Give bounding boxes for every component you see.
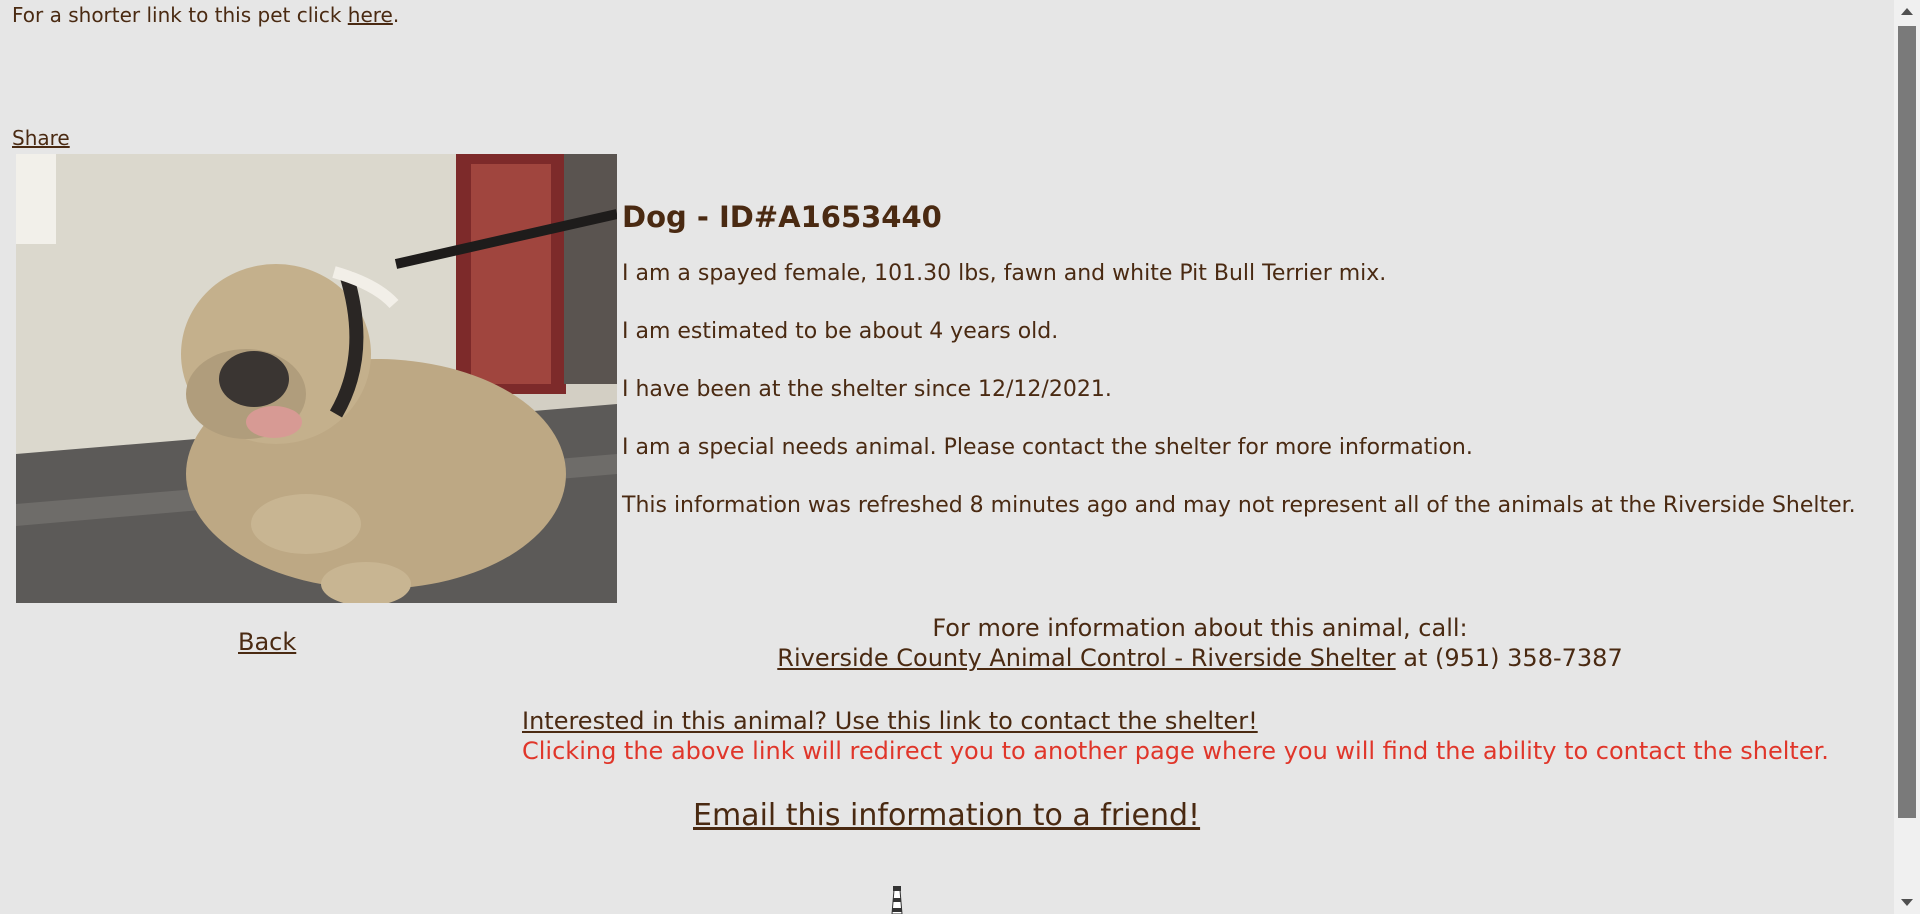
vertical-scrollbar[interactable] bbox=[1894, 0, 1920, 914]
scroll-up-icon[interactable] bbox=[1901, 8, 1913, 15]
shelter-phone: at (951) 358-7387 bbox=[1395, 644, 1623, 672]
shelter-name-link[interactable]: Riverside County Animal Control - Rivers… bbox=[777, 644, 1395, 672]
contact-shelter: Interested in this animal? Use this link… bbox=[522, 706, 1829, 766]
call-info: For more information about this animal, … bbox=[700, 613, 1700, 673]
call-intro: For more information about this animal, … bbox=[932, 614, 1468, 642]
animal-description: I am a spayed female, 101.30 lbs, fawn a… bbox=[622, 261, 1387, 286]
lighthouse-icon-svg bbox=[891, 886, 903, 914]
short-link-tail: . bbox=[392, 3, 400, 27]
animal-title: Dog - ID#A1653440 bbox=[622, 200, 942, 234]
animal-special-needs: I am a special needs animal. Please cont… bbox=[622, 435, 1473, 460]
animal-info: Dog - ID#A1653440 I am a spayed female, … bbox=[622, 198, 1890, 550]
scroll-down-icon[interactable] bbox=[1901, 899, 1913, 906]
animal-shelter-since: I have been at the shelter since 12/12/2… bbox=[622, 377, 1112, 402]
email-friend-link[interactable]: Email this information to a friend! bbox=[693, 798, 1200, 833]
short-link-text: For a shorter link to this pet click bbox=[12, 3, 348, 27]
shelter-line: Riverside County Animal Control - Rivers… bbox=[700, 643, 1700, 673]
refresh-note: This information was refreshed 8 minutes… bbox=[622, 493, 1856, 518]
short-link-here[interactable]: here bbox=[348, 3, 393, 27]
back-link[interactable]: Back bbox=[238, 628, 296, 656]
dog-photo-illustration bbox=[16, 154, 617, 603]
animal-age: I am estimated to be about 4 years old. bbox=[622, 319, 1059, 344]
scroll-thumb[interactable] bbox=[1898, 26, 1916, 818]
share-link[interactable]: Share bbox=[12, 126, 70, 150]
interested-link[interactable]: Interested in this animal? Use this link… bbox=[522, 707, 1258, 735]
redirect-warning: Clicking the above link will redirect yo… bbox=[522, 737, 1829, 765]
short-link-note: For a shorter link to this pet click her… bbox=[12, 3, 399, 27]
dog-photo bbox=[16, 154, 617, 603]
lighthouse-icon bbox=[888, 886, 906, 914]
